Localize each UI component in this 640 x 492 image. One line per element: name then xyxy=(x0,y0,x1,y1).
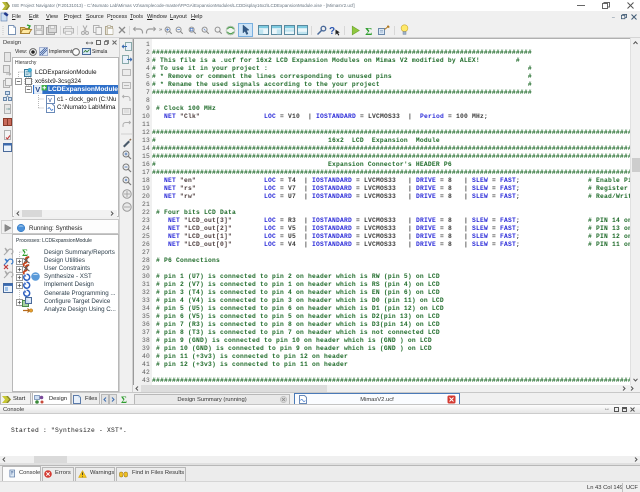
svg-text:V: V xyxy=(35,85,40,94)
svg-text:?: ? xyxy=(329,26,335,37)
svg-text:Σ: Σ xyxy=(365,26,372,38)
